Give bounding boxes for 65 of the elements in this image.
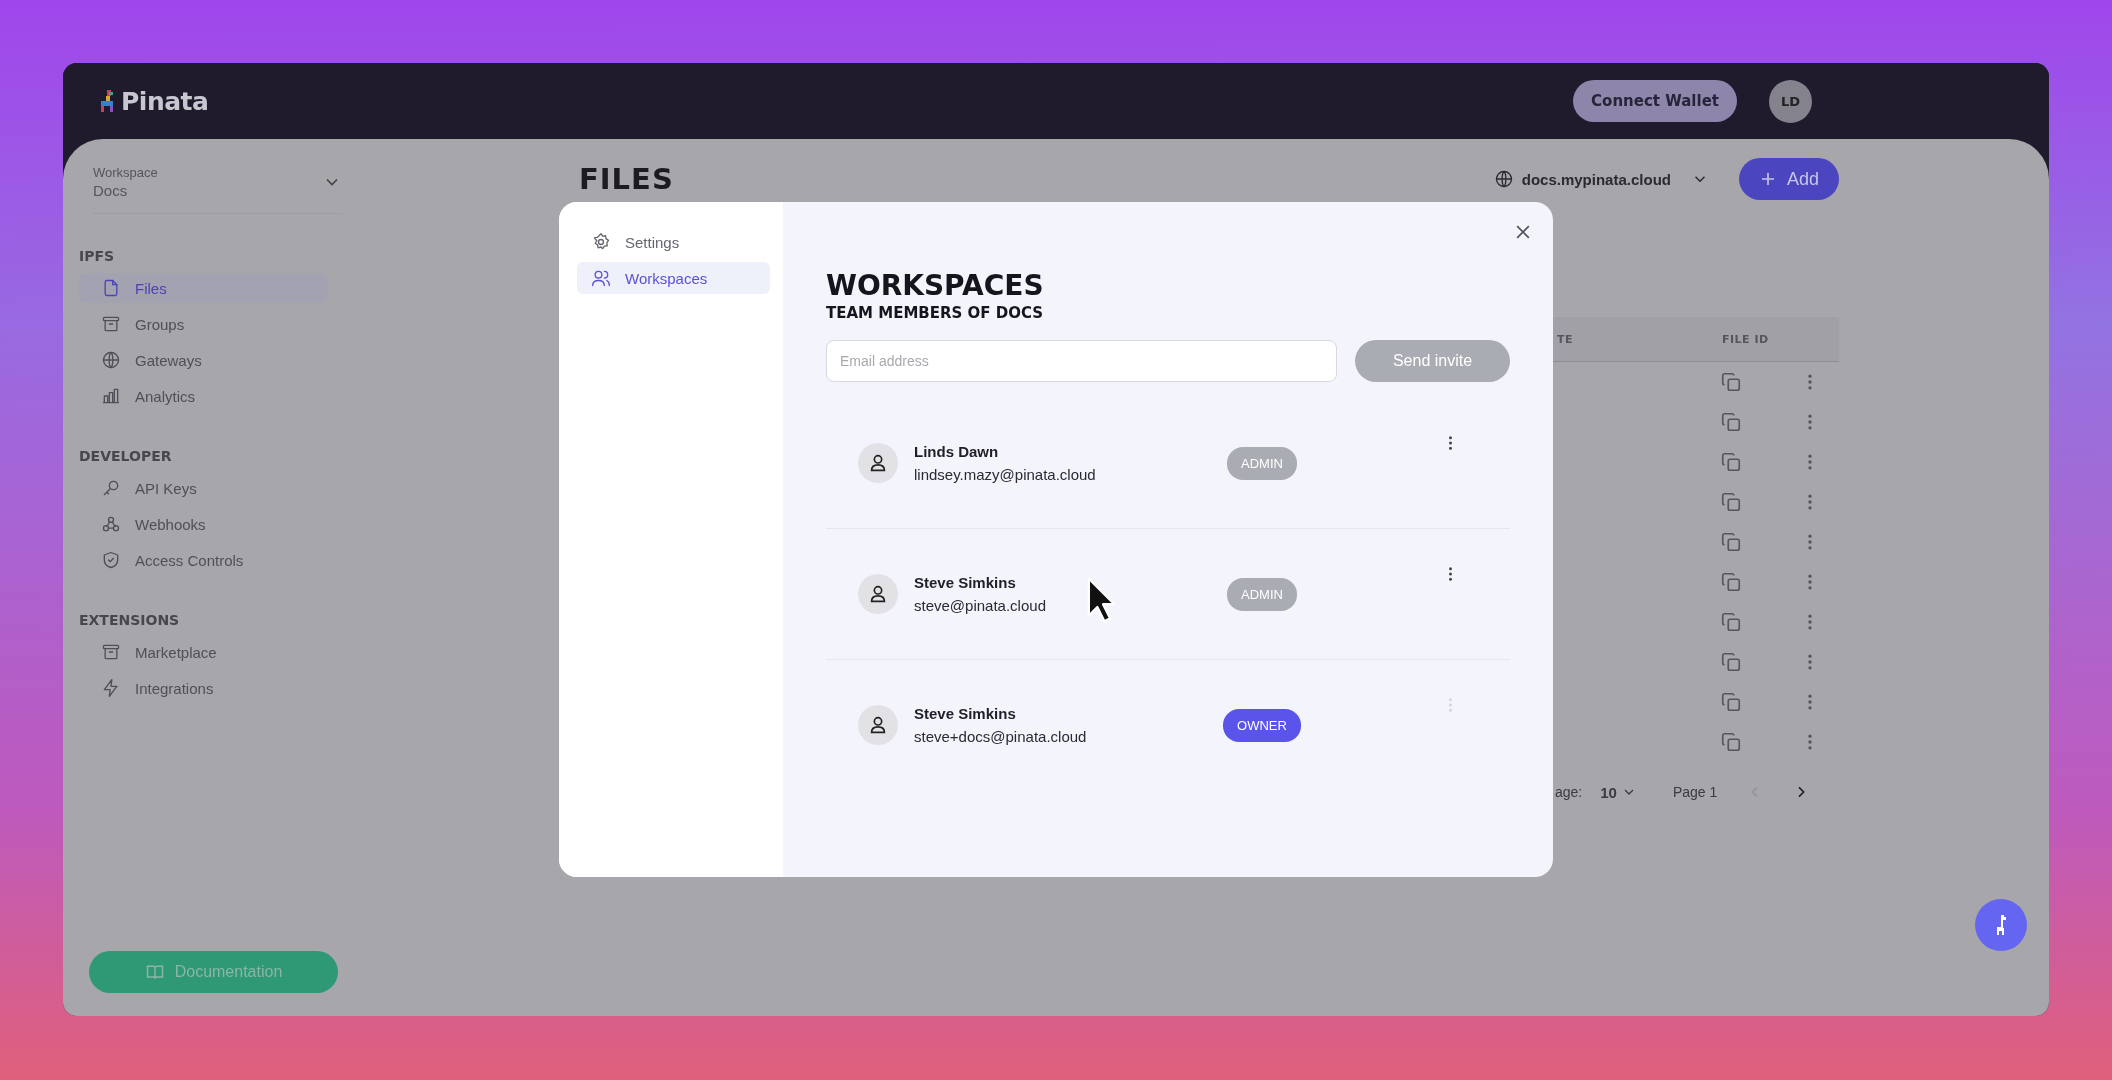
member-email: lindsey.mazy@pinata.cloud [914,466,1097,483]
member-name: Steve Simkins [914,705,1017,722]
role-badge: ADMIN [1227,577,1297,611]
copy-icon[interactable] [1720,531,1742,553]
sidebar-item[interactable]: Files [79,273,328,303]
chart-icon [101,386,121,406]
copy-icon[interactable] [1720,731,1742,753]
add-button[interactable]: Add [1738,158,1839,200]
user-avatar-icon [858,574,898,614]
sidebar-item[interactable]: Webhooks [79,509,358,539]
role-badge: ADMIN [1227,446,1297,480]
sidebar-item[interactable]: Groups [79,309,358,339]
dialog-title: WORKSPACES [826,272,1045,300]
user-avatar[interactable]: LD [1769,79,1812,123]
archive-icon [101,642,121,662]
more-options-icon[interactable] [1447,434,1453,452]
key-icon [101,478,121,498]
copy-icon[interactable] [1720,651,1742,673]
shield-icon [101,550,121,570]
gateway-selector[interactable]: docs.mypinata.cloud [1493,169,1709,189]
webhook-icon [101,514,121,534]
sidebar-item[interactable]: API Keys [79,473,358,503]
globe-icon [1493,169,1514,189]
gear-icon [591,232,611,252]
logo-text: Pinata [121,86,209,116]
page-indicator: Page 1 [1672,784,1718,800]
sidebar-item[interactable]: Marketplace [79,637,358,667]
copy-icon[interactable] [1720,691,1742,713]
copy-icon[interactable] [1720,491,1742,513]
globe-icon [101,350,121,370]
users-icon [591,268,611,288]
copy-icon[interactable] [1720,411,1742,433]
sidebar-item[interactable]: Analytics [79,381,358,411]
archive-icon [101,314,121,334]
workspace-selector[interactable]: Workspace Docs [93,165,342,214]
rows-per-page-select[interactable]: 10 [1600,783,1617,801]
section-heading: IPFS [79,248,116,264]
user-avatar-icon [858,705,898,745]
copy-icon[interactable] [1720,571,1742,593]
sidebar-item[interactable]: Gateways [79,345,358,375]
column-header: TE [1557,332,1574,346]
connect-wallet-button[interactable]: Connect Wallet [1573,80,1737,122]
llama-logo-icon [99,89,115,113]
email-input-field[interactable]: Email address [826,340,1337,382]
copy-icon[interactable] [1720,611,1742,633]
section-heading: DEVELOPER [79,448,173,464]
role-badge: OWNER [1223,708,1301,742]
copy-icon[interactable] [1720,451,1742,473]
column-header: FILE ID [1722,332,1770,346]
copy-icon[interactable] [1720,371,1742,393]
member-name: Linds Dawn [914,443,1000,460]
page-title: FILES [579,162,674,196]
settings-nav-item[interactable]: Settings [577,226,770,258]
settings-nav-item[interactable]: Workspaces [577,262,770,294]
sidebar-item[interactable]: Access Controls [79,545,358,575]
sidebar-item[interactable]: Integrations [79,673,358,703]
member-name: Steve Simkins [914,574,1017,591]
rows-per-page-label: age: [1555,784,1583,800]
user-avatar-icon [858,443,898,483]
more-options-icon[interactable] [1447,565,1453,583]
book-icon [144,962,165,982]
section-heading: EXTENSIONS [79,612,181,628]
dialog-subtitle: TEAM MEMBERS OF DOCS [826,304,1045,322]
member-email: steve+docs@pinata.cloud [914,728,1088,745]
member-email: steve@pinata.cloud [914,597,1047,614]
